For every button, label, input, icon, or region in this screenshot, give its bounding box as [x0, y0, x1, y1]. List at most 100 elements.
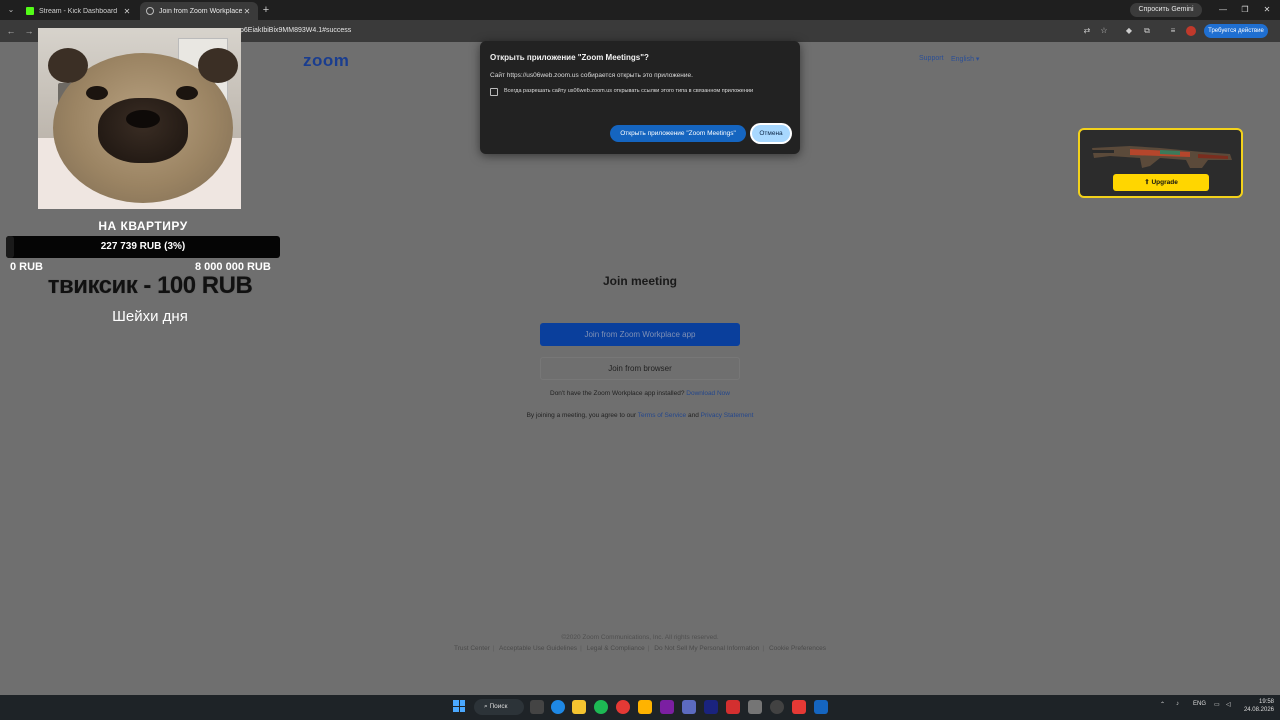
footer-links: Trust Center | Acceptable Use Guidelines |…: [340, 645, 940, 652]
app-icon[interactable]: [638, 700, 652, 714]
url-field[interactable]: p6EiakIbiBix9MM893W4.1#success: [240, 24, 351, 38]
clock-time: 19:58: [1258, 699, 1274, 705]
dialog-title: Открыть приложение "Zoom Meetings"?: [490, 53, 649, 62]
youtube-icon[interactable]: [792, 700, 806, 714]
search-label: Поиск: [489, 703, 508, 710]
forward-arrow-icon[interactable]: →: [22, 24, 36, 38]
extensions-puzzle-icon[interactable]: ⧉: [1140, 24, 1154, 38]
terms-notice: By joining a meeting, you agree to our T…: [440, 412, 840, 419]
terms-prefix: By joining a meeting, you agree to our: [526, 412, 637, 419]
app-icon[interactable]: [748, 700, 762, 714]
language-selector[interactable]: English ▾: [951, 55, 979, 63]
app-icon[interactable]: [726, 700, 740, 714]
chevron-down-icon: ▾: [975, 56, 980, 63]
app-icon[interactable]: [770, 700, 784, 714]
tab-zoom-join[interactable]: Join from Zoom Workplace app ✕: [140, 2, 258, 20]
new-tab-plus-icon[interactable]: +: [260, 3, 272, 17]
extension-shield-icon[interactable]: ◆: [1122, 24, 1136, 38]
goal-title: НА КВАРТИРУ: [98, 219, 188, 233]
join-from-browser-button[interactable]: Join from browser: [540, 357, 740, 380]
kick-favicon-icon: [26, 7, 34, 15]
tab-close-icon[interactable]: ✕: [242, 7, 252, 16]
tray-chevron-icon[interactable]: ⌃: [1160, 701, 1165, 708]
audition-icon[interactable]: [704, 700, 718, 714]
translate-icon[interactable]: ⇄: [1080, 24, 1094, 38]
input-language[interactable]: ENG: [1193, 701, 1206, 707]
ask-gemini-button[interactable]: Спросить Gemini: [1130, 3, 1202, 17]
clock-date: 24.08.2026: [1243, 707, 1274, 713]
close-window-icon[interactable]: ✕: [1260, 3, 1274, 17]
terms-and: and: [687, 412, 699, 419]
cast-icon[interactable]: ≡: [1166, 24, 1180, 38]
taskbar-search[interactable]: ⌕ Поиск: [474, 699, 524, 715]
tab-bar: ⌄ Stream - Kick Dashboard ✕ Join from Zo…: [0, 0, 1280, 20]
pug-ear: [48, 48, 88, 83]
app-icon[interactable]: [682, 700, 696, 714]
profile-avatar[interactable]: [1186, 26, 1196, 36]
shakes-of-the-day: Шейхи дня: [112, 308, 188, 325]
edge-icon[interactable]: [551, 700, 565, 714]
windows-taskbar: ⌕ Поиск ⌃ ♪ ENG ▭ ◁ 19:58 24.08.2026: [0, 695, 1280, 720]
chrome-icon[interactable]: [616, 700, 630, 714]
pug-ear: [198, 48, 238, 83]
dialog-message: Сайт https://us06web.zoom.us собирается …: [490, 72, 693, 79]
pug-nose: [126, 110, 160, 128]
tab-close-icon[interactable]: ✕: [122, 7, 132, 16]
hint-text: Don't have the Zoom Workplace app instal…: [550, 390, 685, 397]
maximize-icon[interactable]: ❐: [1238, 3, 1252, 17]
footer-separator: |: [762, 645, 765, 652]
bookmark-star-icon[interactable]: ☆: [1097, 24, 1111, 38]
open-zoom-meetings-button[interactable]: Открыть приложение "Zoom Meetings": [610, 125, 746, 142]
globe-favicon-icon: [146, 7, 154, 15]
system-clock[interactable]: 19:58 24.08.2026: [1238, 698, 1274, 714]
action-required-button[interactable]: Требуется действие: [1204, 24, 1268, 38]
footer-separator: |: [580, 645, 582, 652]
spotify-icon[interactable]: [594, 700, 608, 714]
footer-link-legal[interactable]: Legal & Compliance: [587, 645, 645, 652]
webcam-pug-image: [38, 28, 241, 209]
download-now-link[interactable]: Download Now: [686, 390, 730, 397]
pug-eye: [176, 86, 198, 100]
open-app-dialog: Открыть приложение "Zoom Meetings"? Сайт…: [480, 41, 800, 154]
microphone-icon[interactable]: ♪: [1176, 701, 1179, 707]
privacy-statement-link[interactable]: Privacy Statement: [701, 412, 754, 419]
zoom-logo[interactable]: zoom: [303, 51, 349, 71]
copyright-text: ©2020 Zoom Communications, Inc. All righ…: [561, 634, 719, 641]
terms-of-service-link[interactable]: Terms of Service: [638, 412, 686, 419]
file-explorer-icon[interactable]: [572, 700, 586, 714]
goal-progress-bar: 227 739 RUB (3%): [6, 236, 280, 258]
pug-muzzle: [98, 98, 188, 163]
footer-separator: |: [647, 645, 650, 652]
steam-icon[interactable]: [814, 700, 828, 714]
task-view-icon[interactable]: [530, 700, 544, 714]
language-label: English: [951, 56, 974, 63]
goal-progress-text: 227 739 RUB (3%): [100, 241, 186, 252]
always-allow-checkbox[interactable]: [490, 88, 498, 96]
back-arrow-icon[interactable]: ←: [4, 24, 18, 38]
footer-link-cookie-preferences[interactable]: Cookie Preferences: [769, 645, 826, 652]
pug-eye: [86, 86, 108, 100]
download-hint: Don't have the Zoom Workplace app instal…: [440, 390, 840, 397]
page-title: Join meeting: [602, 274, 677, 288]
tab-label: Join from Zoom Workplace app: [159, 7, 242, 15]
tab-label: Stream - Kick Dashboard: [39, 7, 118, 15]
footer-link-acceptable-use[interactable]: Acceptable Use Guidelines: [499, 645, 577, 652]
footer-link-trust-center[interactable]: Trust Center: [454, 645, 490, 652]
volume-icon[interactable]: ◁: [1226, 701, 1231, 708]
upgrade-button[interactable]: ⇑ Upgrade: [1113, 174, 1209, 191]
minimize-icon[interactable]: —: [1216, 3, 1230, 17]
tab-kick-dashboard[interactable]: Stream - Kick Dashboard ✕: [20, 2, 138, 20]
footer-link-do-not-sell[interactable]: Do Not Sell My Personal Information: [654, 645, 759, 652]
tab-search-icon[interactable]: ⌄: [4, 4, 18, 16]
footer-separator: |: [492, 645, 495, 652]
windows-start-icon[interactable]: [453, 700, 465, 712]
join-from-app-button[interactable]: Join from Zoom Workplace app: [540, 323, 740, 346]
weapon-skin-ad[interactable]: ⇑ Upgrade: [1078, 128, 1243, 198]
cancel-button[interactable]: Отмена: [752, 125, 790, 142]
support-link[interactable]: Support: [919, 55, 944, 62]
rifle-skin-icon: [1092, 146, 1232, 168]
always-allow-label[interactable]: Всегда разрешать сайту us06web.zoom.us о…: [504, 88, 753, 94]
app-icon[interactable]: [660, 700, 674, 714]
network-icon[interactable]: ▭: [1214, 701, 1220, 708]
donation-alert: твиксик - 100 RUB: [47, 272, 253, 299]
